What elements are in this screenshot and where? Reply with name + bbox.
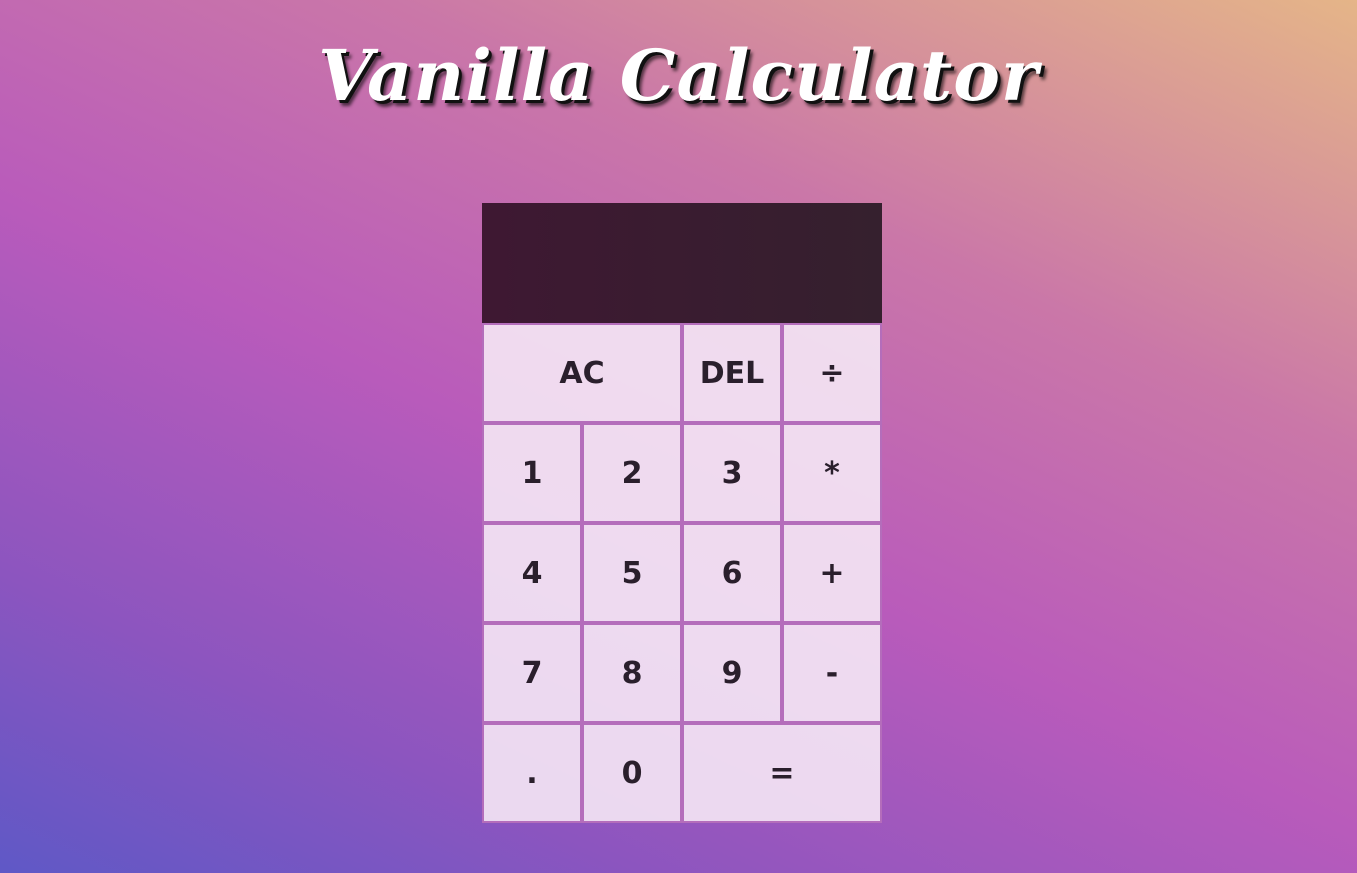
delete-button[interactable]: DEL	[682, 323, 782, 423]
digit-1-button[interactable]: 1	[482, 423, 582, 523]
digit-0-button[interactable]: 0	[582, 723, 682, 823]
subtract-button[interactable]: -	[782, 623, 882, 723]
add-button[interactable]: +	[782, 523, 882, 623]
all-clear-button[interactable]: AC	[482, 323, 682, 423]
page-title: Vanilla Calculator	[318, 34, 1039, 117]
calculator-grid: AC DEL ÷ 1 2 3 * 4 5 6 + 7 8 9 - . 0 =	[482, 203, 882, 823]
decimal-button[interactable]: .	[482, 723, 582, 823]
digit-4-button[interactable]: 4	[482, 523, 582, 623]
digit-3-button[interactable]: 3	[682, 423, 782, 523]
digit-8-button[interactable]: 8	[582, 623, 682, 723]
calculator-display	[482, 203, 882, 323]
digit-2-button[interactable]: 2	[582, 423, 682, 523]
digit-9-button[interactable]: 9	[682, 623, 782, 723]
multiply-button[interactable]: *	[782, 423, 882, 523]
digit-5-button[interactable]: 5	[582, 523, 682, 623]
equals-button[interactable]: =	[682, 723, 882, 823]
divide-button[interactable]: ÷	[782, 323, 882, 423]
digit-7-button[interactable]: 7	[482, 623, 582, 723]
digit-6-button[interactable]: 6	[682, 523, 782, 623]
